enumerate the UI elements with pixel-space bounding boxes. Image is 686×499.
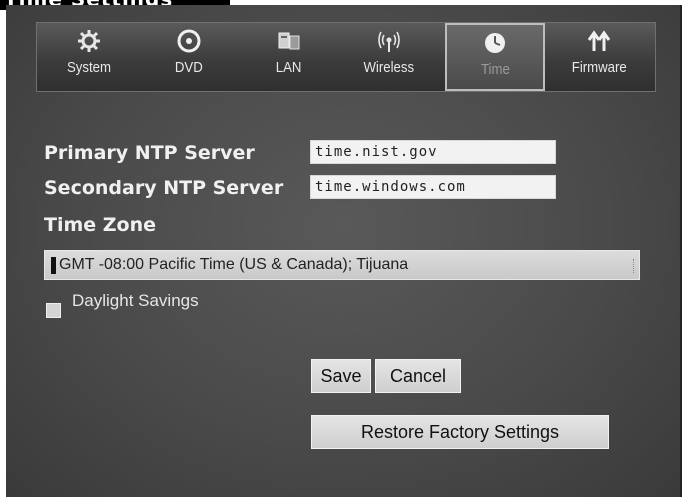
tab-wireless-label: Wireless	[363, 59, 415, 76]
secondary-ntp-label: Secondary NTP Server	[44, 177, 284, 199]
tab-time-label: Time	[480, 61, 510, 78]
clock-icon	[485, 33, 505, 53]
settings-screen: System DVD LAN Wireless Time Firmware Pr…	[6, 5, 682, 497]
tab-wireless[interactable]: Wireless	[339, 23, 439, 91]
daylight-savings-checkbox[interactable]	[46, 303, 61, 318]
tab-lan[interactable]: LAN	[239, 23, 339, 91]
wireless-icon	[378, 31, 400, 52]
network-icon	[278, 32, 300, 50]
gear-icon	[78, 30, 100, 52]
save-button[interactable]: Save	[311, 359, 371, 393]
time-zone-value: GMT -08:00 Pacific Time (US & Canada); T…	[59, 256, 409, 273]
update-arrows-icon	[587, 30, 611, 51]
primary-ntp-label: Primary NTP Server	[44, 142, 255, 164]
tab-dvd-label: DVD	[175, 59, 203, 76]
tab-firmware[interactable]: Firmware	[549, 23, 649, 91]
text-cursor	[51, 256, 56, 274]
tab-dvd[interactable]: DVD	[139, 23, 239, 91]
primary-ntp-input[interactable]	[310, 140, 556, 164]
disc-icon	[177, 29, 201, 53]
tab-system-label: System	[66, 59, 111, 76]
tab-system[interactable]: System	[39, 23, 139, 91]
tab-firmware-label: Firmware	[571, 59, 627, 76]
time-zone-select[interactable]: GMT -08:00 Pacific Time (US & Canada); T…	[44, 250, 640, 280]
tab-lan-label: LAN	[276, 59, 302, 76]
time-zone-label: Time Zone	[44, 214, 157, 236]
restore-factory-settings-button[interactable]: Restore Factory Settings	[311, 415, 609, 449]
tab-bar: System DVD LAN Wireless Time Firmware	[36, 22, 656, 92]
secondary-ntp-input[interactable]	[310, 175, 556, 199]
cancel-button[interactable]: Cancel	[375, 359, 461, 393]
select-grip-icon	[633, 259, 635, 273]
daylight-savings-label: Daylight Savings	[72, 291, 199, 310]
tab-time[interactable]: Time	[445, 23, 545, 91]
